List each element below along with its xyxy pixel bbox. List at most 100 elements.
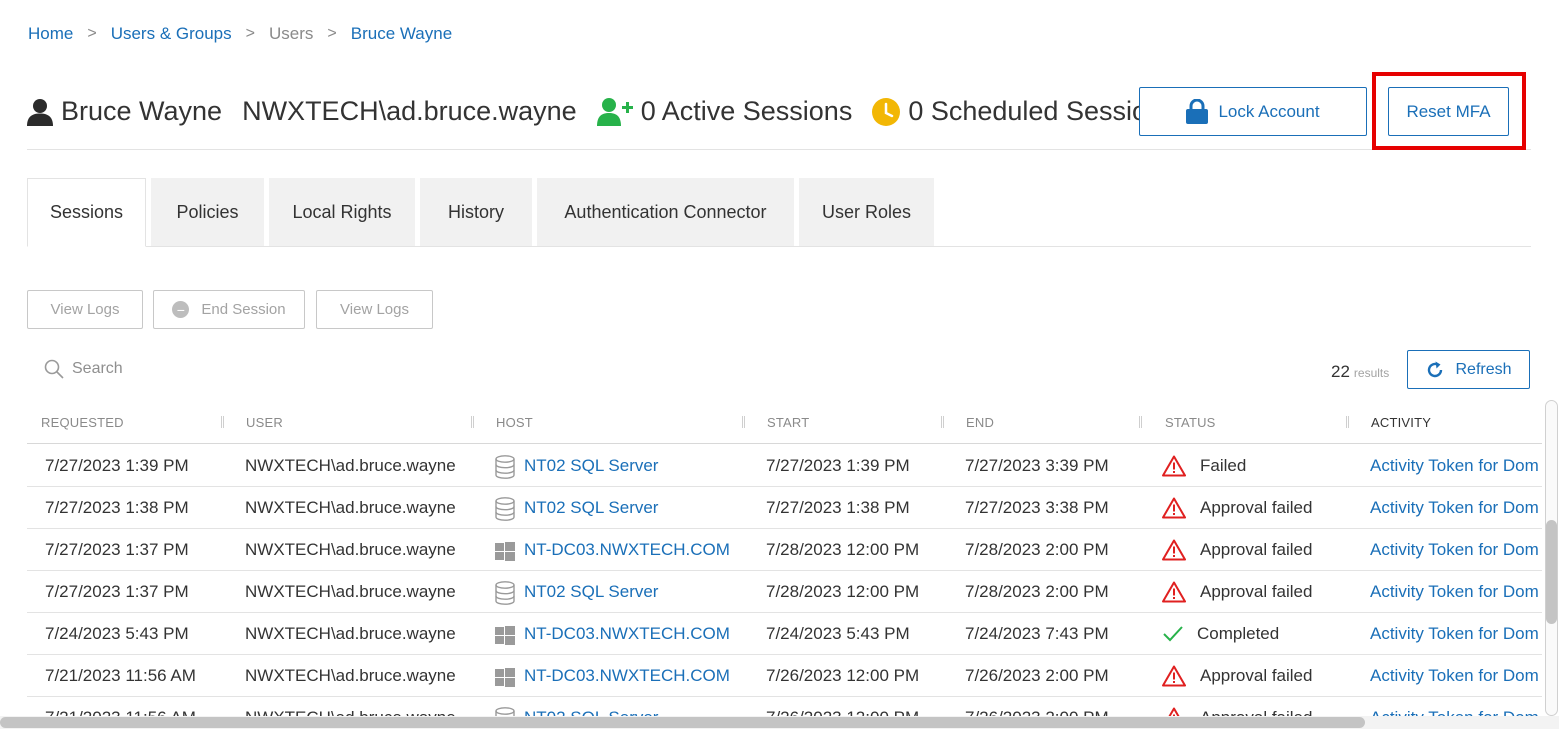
lock-icon: [1186, 99, 1209, 124]
database-icon: [495, 581, 515, 610]
cell-status: Approval failed: [1200, 540, 1313, 559]
table-header: REQUESTED USER HOST START END STATUS ACT…: [27, 404, 1542, 444]
column-resize-handle[interactable]: [742, 416, 745, 428]
header-status[interactable]: STATUS: [1165, 415, 1216, 430]
tab-user-roles[interactable]: User Roles: [799, 178, 934, 246]
cell-end: 7/28/2023 2:00 PM: [965, 582, 1109, 601]
cell-end: 7/27/2023 3:38 PM: [965, 498, 1109, 517]
cell-requested: 7/27/2023 1:37 PM: [45, 582, 189, 601]
windows-icon: [495, 623, 515, 651]
header-requested[interactable]: REQUESTED: [41, 415, 124, 430]
cell-status: Completed: [1197, 624, 1280, 643]
cell-host-link[interactable]: NT-DC03.NWXTECH.COM: [524, 624, 730, 644]
database-icon: [495, 497, 515, 526]
cell-requested: 7/27/2023 1:38 PM: [45, 498, 189, 517]
cell-host-link[interactable]: NT02 SQL Server: [524, 582, 658, 602]
view-logs-button-2[interactable]: View Logs: [316, 290, 433, 329]
tab-bar: Sessions Policies Local Rights History A…: [27, 178, 1531, 247]
table-row[interactable]: 7/21/2023 11:56 AM NWXTECH\ad.bruce.wayne…: [27, 655, 1542, 697]
cell-activity-link[interactable]: Activity Token for Dom: [1370, 582, 1539, 602]
view-logs-label: View Logs: [50, 301, 120, 318]
cell-activity-link[interactable]: Activity Token for Dom: [1370, 540, 1539, 560]
cell-requested: 7/24/2023 5:43 PM: [45, 624, 189, 643]
refresh-button[interactable]: Refresh: [1407, 350, 1530, 389]
cell-status: Approval failed: [1200, 666, 1313, 685]
column-resize-handle[interactable]: [941, 416, 944, 428]
column-resize-handle[interactable]: [1139, 416, 1142, 428]
cell-host-link[interactable]: NT02 SQL Server: [524, 498, 658, 518]
scrollbar-thumb[interactable]: [1546, 520, 1557, 624]
scheduled-sessions: 0 Scheduled Sessions: [908, 96, 1176, 126]
cell-user: NWXTECH\ad.bruce.wayne: [245, 540, 456, 559]
cell-start: 7/24/2023 5:43 PM: [766, 624, 910, 643]
sessions-table: REQUESTED USER HOST START END STATUS ACT…: [27, 404, 1542, 716]
table-row[interactable]: 7/24/2023 5:43 PM NWXTECH\ad.bruce.wayne N…: [27, 613, 1542, 655]
cell-activity-link[interactable]: Activity Token for Dom: [1370, 666, 1539, 686]
tab-local-rights[interactable]: Local Rights: [269, 178, 415, 246]
column-resize-handle[interactable]: [221, 416, 224, 428]
cell-start: 7/26/2023 12:00 PM: [766, 666, 920, 685]
cell-start: 7/27/2023 1:39 PM: [766, 456, 910, 475]
cell-start: 7/28/2023 12:00 PM: [766, 582, 920, 601]
vertical-scrollbar[interactable]: [1543, 400, 1559, 716]
scrollbar-thumb[interactable]: [0, 717, 1365, 728]
search-placeholder: Search: [72, 360, 123, 377]
cell-activity-link[interactable]: Activity Token for Dom: [1370, 498, 1539, 518]
cell-host-link[interactable]: NT02 SQL Server: [524, 456, 658, 476]
table-row[interactable]: 7/27/2023 1:37 PM NWXTECH\ad.bruce.wayne N…: [27, 529, 1542, 571]
header-start[interactable]: START: [767, 415, 809, 430]
cell-status: Failed: [1200, 456, 1247, 475]
check-icon: [1162, 623, 1184, 648]
refresh-label: Refresh: [1455, 360, 1512, 378]
table-row[interactable]: 7/27/2023 1:39 PM NWXTECH\ad.bruce.wayne N…: [27, 445, 1542, 487]
view-logs-button[interactable]: View Logs: [27, 290, 143, 329]
warning-icon: [1162, 539, 1186, 566]
tab-history[interactable]: History: [420, 178, 532, 246]
breadcrumb-home[interactable]: Home: [28, 24, 73, 44]
table-row[interactable]: 7/21/2023 11:56 AMNWXTECH\ad.bruce.wayne…: [27, 697, 1542, 716]
cell-user: NWXTECH\ad.bruce.wayne: [245, 456, 456, 475]
add-user-icon: [596, 97, 633, 127]
windows-icon: [495, 665, 515, 693]
column-resize-handle[interactable]: [1346, 416, 1349, 428]
end-session-button[interactable]: − End Session: [153, 290, 305, 329]
cell-host-link[interactable]: NT-DC03.NWXTECH.COM: [524, 666, 730, 686]
cell-requested: 7/21/2023 11:56 AM: [45, 666, 196, 685]
horizontal-scrollbar[interactable]: [0, 715, 1559, 730]
column-resize-handle[interactable]: [471, 416, 474, 428]
cell-requested: 7/27/2023 1:37 PM: [45, 540, 189, 559]
search-icon: [44, 359, 64, 379]
breadcrumb-current[interactable]: Bruce Wayne: [351, 24, 452, 44]
cell-host-link[interactable]: NT-DC03.NWXTECH.COM: [524, 540, 730, 560]
cell-status: Approval failed: [1200, 582, 1313, 601]
database-icon: [495, 455, 515, 484]
active-sessions: 0 Active Sessions: [640, 96, 853, 126]
header-end[interactable]: END: [966, 415, 994, 430]
cell-activity-link[interactable]: Activity Token for Dom: [1370, 456, 1539, 476]
header-host[interactable]: HOST: [496, 415, 533, 430]
end-session-label: End Session: [201, 301, 286, 318]
header-user[interactable]: USER: [246, 415, 283, 430]
view-logs-label: View Logs: [340, 301, 409, 318]
breadcrumb: Home > Users & Groups > Users > Bruce Wa…: [28, 24, 452, 44]
search-input[interactable]: Search: [44, 359, 123, 379]
cell-end: 7/26/2023 2:00 PM: [965, 666, 1109, 685]
breadcrumb-separator: >: [87, 25, 97, 42]
cell-end: 7/27/2023 3:39 PM: [965, 456, 1109, 475]
breadcrumb-users-groups[interactable]: Users & Groups: [111, 24, 232, 44]
table-row[interactable]: 7/27/2023 1:38 PM NWXTECH\ad.bruce.wayne N…: [27, 487, 1542, 529]
highlight-box: [1372, 72, 1526, 150]
tab-authentication-connector[interactable]: Authentication Connector: [537, 178, 794, 246]
tab-sessions[interactable]: Sessions: [27, 178, 146, 247]
user-header: Bruce Wayne NWXTECH\ad.bruce.wayne 0 Act…: [27, 87, 1531, 150]
cell-activity-link[interactable]: Activity Token for Dom: [1370, 624, 1539, 644]
header-activity[interactable]: ACTIVITY: [1371, 415, 1431, 430]
cell-user: NWXTECH\ad.bruce.wayne: [245, 666, 456, 685]
tab-policies[interactable]: Policies: [151, 178, 264, 246]
breadcrumb-users: Users: [268, 24, 314, 43]
table-row[interactable]: 7/27/2023 1:37 PM NWXTECH\ad.bruce.wayne N…: [27, 571, 1542, 613]
user-icon: [27, 98, 53, 126]
lock-account-button[interactable]: Lock Account: [1139, 87, 1367, 136]
warning-icon: [1162, 581, 1186, 608]
results-label: results: [1353, 366, 1390, 380]
